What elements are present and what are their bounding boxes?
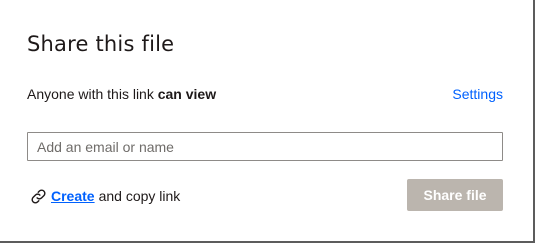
dialog-title: Share this file bbox=[27, 32, 175, 56]
create-link-row: Create and copy link bbox=[30, 186, 180, 206]
create-link-suffix: and copy link bbox=[98, 188, 181, 204]
email-or-name-input[interactable] bbox=[27, 132, 503, 161]
link-access-level[interactable]: can view bbox=[158, 86, 216, 102]
settings-link[interactable]: Settings bbox=[452, 85, 503, 103]
link-access-row: Anyone with this link can view Settings bbox=[27, 85, 503, 103]
share-file-button[interactable]: Share file bbox=[407, 179, 503, 211]
link-icon bbox=[30, 188, 47, 205]
create-link-button[interactable]: Create bbox=[51, 188, 95, 204]
link-access-text: Anyone with this link bbox=[27, 86, 154, 102]
share-dialog: Share this file Anyone with this link ca… bbox=[0, 0, 535, 243]
